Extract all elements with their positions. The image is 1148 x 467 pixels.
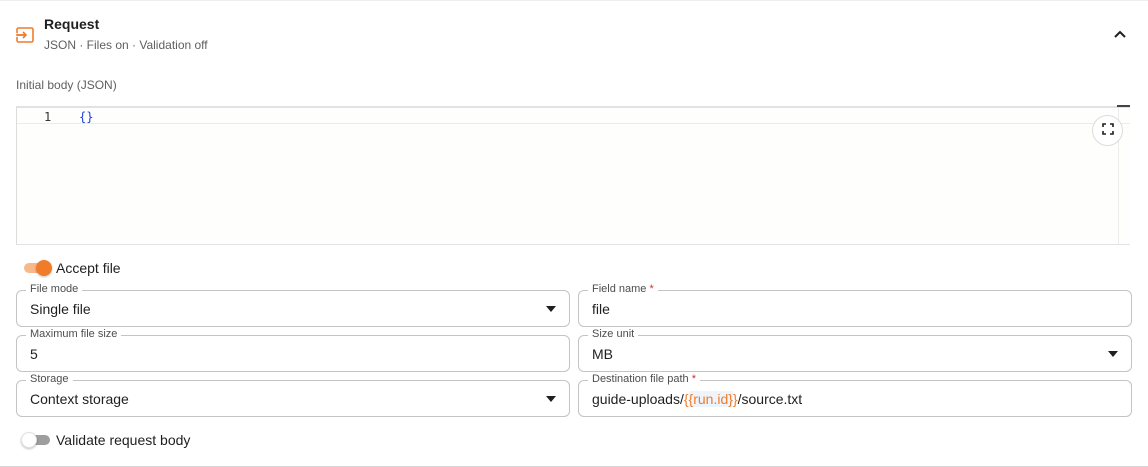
max-file-size-value[interactable]: 5 bbox=[30, 346, 38, 362]
active-line-highlight bbox=[17, 108, 1130, 124]
required-marker: * bbox=[691, 373, 696, 385]
storage-select[interactable]: Storage Context storage bbox=[16, 372, 570, 417]
section-summary: JSON · Files on · Validation off bbox=[44, 38, 208, 52]
dropdown-arrow-icon bbox=[546, 306, 556, 312]
field-name-label: Field name * bbox=[588, 282, 658, 296]
storage-value: Context storage bbox=[30, 391, 129, 407]
validate-body-toggle-row[interactable]: Validate request body bbox=[21, 430, 191, 450]
collapse-button[interactable] bbox=[1108, 25, 1132, 45]
accept-file-toggle[interactable] bbox=[22, 260, 52, 276]
max-file-size-input[interactable]: Maximum file size 5 bbox=[16, 327, 570, 372]
destination-path-input[interactable]: Destination file path * guide-uploads/{{… bbox=[578, 372, 1132, 417]
input-arrow-icon bbox=[15, 25, 35, 45]
line-number: 1 bbox=[44, 110, 52, 124]
toggle-thumb bbox=[21, 432, 37, 448]
validate-body-label: Validate request body bbox=[56, 432, 191, 448]
chevron-up-icon bbox=[1113, 26, 1127, 44]
validate-body-toggle[interactable] bbox=[21, 432, 52, 448]
size-unit-label: Size unit bbox=[588, 327, 639, 341]
fullscreen-button[interactable] bbox=[1092, 115, 1123, 146]
required-marker: * bbox=[649, 283, 654, 295]
path-suffix: /source.txt bbox=[737, 391, 803, 407]
editor-scrollbar-thumb[interactable] bbox=[1117, 105, 1130, 107]
request-panel: Request JSON · Files on · Validation off… bbox=[0, 0, 1148, 467]
body-editor-label: Initial body (JSON) bbox=[16, 78, 117, 92]
file-mode-select[interactable]: File mode Single file bbox=[16, 282, 570, 327]
field-name-value[interactable]: file bbox=[592, 301, 610, 317]
dropdown-arrow-icon bbox=[1108, 351, 1118, 357]
section-title: Request bbox=[44, 16, 100, 32]
storage-label: Storage bbox=[26, 372, 73, 386]
template-variable: {run.id} bbox=[688, 391, 733, 407]
field-name-input[interactable]: Field name * file bbox=[578, 282, 1132, 327]
destination-path-label: Destination file path * bbox=[588, 372, 700, 386]
size-unit-value: MB bbox=[592, 346, 613, 362]
fullscreen-icon bbox=[1101, 122, 1114, 140]
json-body-editor[interactable]: 1 {} bbox=[16, 105, 1130, 245]
dropdown-arrow-icon bbox=[546, 396, 556, 402]
toggle-thumb bbox=[36, 260, 52, 276]
accept-file-label: Accept file bbox=[56, 260, 121, 276]
path-prefix: guide-uploads/ bbox=[592, 391, 684, 407]
template-open-brace: { bbox=[683, 391, 689, 407]
max-file-size-label: Maximum file size bbox=[26, 327, 122, 341]
accept-file-toggle-row[interactable]: Accept file bbox=[22, 258, 121, 278]
editor-code-text[interactable]: {} bbox=[79, 110, 93, 124]
size-unit-select[interactable]: Size unit MB bbox=[578, 327, 1132, 372]
file-mode-value: Single file bbox=[30, 301, 91, 317]
destination-path-value[interactable]: guide-uploads/{{run.id}}/source.txt bbox=[592, 391, 802, 407]
file-mode-label: File mode bbox=[26, 282, 83, 296]
